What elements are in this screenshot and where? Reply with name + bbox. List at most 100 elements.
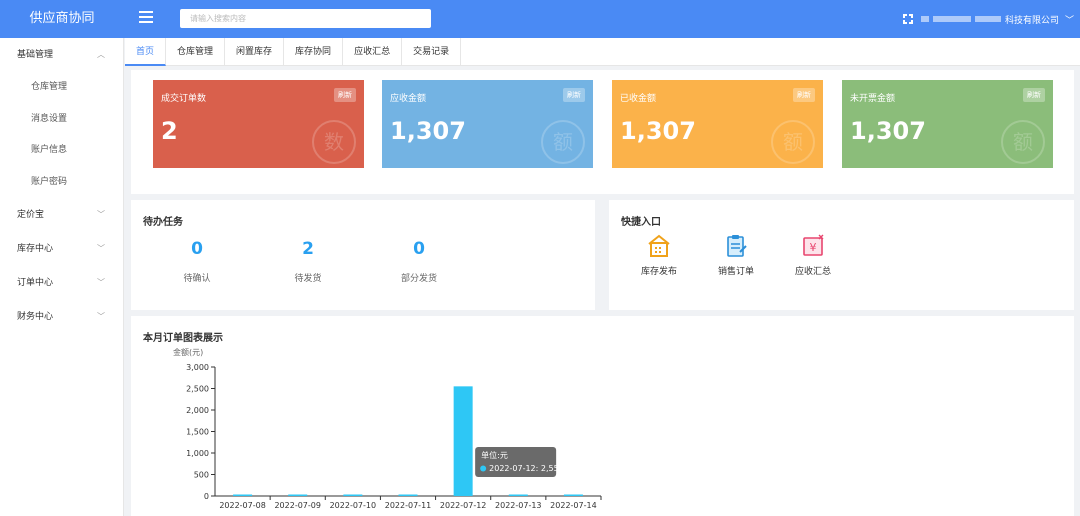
stat-card-orders: 成交订单数 刷新 2 数 — [153, 80, 364, 168]
tab-warehouse[interactable]: 仓库管理 — [166, 38, 226, 66]
stat-card-value: 1,307 — [390, 117, 466, 145]
quick-entry-label: 应收汇总 — [794, 267, 831, 277]
todo-count: 0 — [413, 239, 425, 259]
stat-card-title: 应收金额 — [390, 94, 427, 104]
chevron-down-icon[interactable]: ﹀ — [1065, 13, 1074, 26]
quick-entry-label: 库存发布 — [640, 267, 677, 277]
company-name: 科技有限公司 — [1004, 15, 1059, 26]
chart-bar — [288, 494, 308, 496]
refresh-button[interactable]: 刷新 — [563, 88, 585, 102]
order-bar-chart: 金额(元) 0 500 1,000 1,500 2,000 2,500 3,000 2022-0… — [173, 347, 602, 510]
stats-panel: 成交订单数 刷新 2 数 应收金额 刷新 1,307 额 已收金额 刷新 1,3… — [131, 70, 1074, 194]
stat-card-value: 1,307 — [850, 117, 926, 145]
sidebar-group-basic[interactable]: 基础管理 ︿ — [0, 38, 123, 72]
y-tick-label: 3,000 — [186, 363, 209, 372]
y-tick-label: 0 — [204, 492, 209, 501]
quick-entry-inventory-publish[interactable]: 库存发布 — [624, 233, 694, 277]
tab-idle-inventory[interactable]: 闲置库存 — [225, 38, 285, 66]
chevron-down-icon: ﹀ — [97, 312, 105, 321]
quick-entry-receivables[interactable]: ¥ 应收汇总 — [778, 233, 848, 277]
sidebar-group-pricing[interactable]: 定价宝 ﹀ — [0, 198, 123, 232]
quick-entry-sales-orders[interactable]: 销售订单 — [701, 233, 771, 277]
redacted-avatar — [920, 16, 929, 22]
todo-item-to-ship[interactable]: 2 待发货 — [268, 239, 348, 284]
sidebar-item-message-settings[interactable]: 消息设置 — [0, 104, 123, 136]
sidebar-item-warehouse[interactable]: 仓库管理 — [0, 72, 123, 104]
chevron-up-icon: ︿ — [97, 50, 105, 59]
quick-entry-panel: 快捷入口 库存发布 销售订单 ¥ 应收汇总 — [609, 200, 1074, 310]
tab-home[interactable]: 首页 — [125, 38, 167, 66]
stat-card-title: 已收金额 — [620, 94, 657, 104]
tooltip-marker-icon — [480, 465, 487, 472]
sidebar-group-label: 财务中心 — [17, 312, 54, 322]
warehouse-icon — [648, 234, 670, 257]
tooltip-title: 单位:元 — [481, 450, 508, 460]
todo-label: 待发货 — [294, 274, 322, 284]
y-tick-label: 1,500 — [186, 428, 209, 437]
stat-card-title: 成交订单数 — [161, 94, 207, 104]
x-tick-label: 2022-07-11 — [385, 501, 432, 510]
sidebar-group-orders[interactable]: 订单中心 ﹀ — [0, 266, 123, 300]
sidebar-group-label: 定价宝 — [17, 210, 45, 220]
sidebar-group-label: 基础管理 — [17, 50, 54, 60]
watermark-icon: 额 — [771, 120, 815, 164]
stat-card-uninvoiced: 未开票金额 刷新 1,307 额 — [842, 80, 1053, 168]
tab-inventory-collab[interactable]: 库存协同 — [284, 38, 344, 66]
redacted-text — [932, 16, 971, 22]
chart-bar — [398, 494, 418, 496]
watermark-icon: 额 — [541, 120, 585, 164]
panel-title: 待办任务 — [143, 217, 183, 228]
search-input[interactable] — [180, 9, 431, 28]
watermark-icon: 额 — [1001, 120, 1045, 164]
y-tick-label: 2,000 — [186, 406, 209, 415]
y-tick-label: 500 — [194, 471, 209, 480]
todo-item-partial-shipped[interactable]: 0 部分发货 — [379, 239, 459, 284]
x-tick-label: 2022-07-10 — [330, 501, 377, 510]
refresh-button[interactable]: 刷新 — [1023, 88, 1045, 102]
y-tick-label: 1,000 — [186, 449, 209, 458]
x-tick-label: 2022-07-12 — [440, 501, 487, 510]
panel-title: 快捷入口 — [621, 217, 661, 228]
chart-bar — [453, 386, 473, 496]
sidebar-item-account-password[interactable]: 账户密码 — [0, 167, 123, 199]
todo-label: 待确认 — [183, 274, 211, 284]
x-tick-label: 2022-07-14 — [550, 501, 597, 510]
refresh-button[interactable]: 刷新 — [793, 88, 815, 102]
top-bar: 供应商协同 科技有限公司 ﹀ — [0, 0, 1080, 38]
y-axis-label: 金额(元) — [173, 347, 203, 357]
x-tick-label: 2022-07-09 — [274, 501, 321, 510]
chevron-down-icon: ﹀ — [97, 244, 105, 253]
stat-card-value: 1,307 — [620, 117, 696, 145]
todo-panel: 待办任务 0 待确认 2 待发货 0 部分发货 — [131, 200, 595, 310]
tab-receivables[interactable]: 应收汇总 — [343, 38, 403, 66]
clipboard-icon — [727, 235, 747, 257]
refresh-button[interactable]: 刷新 — [334, 88, 356, 102]
todo-count: 0 — [191, 239, 203, 259]
stat-card-receivable: 应收金额 刷新 1,307 额 — [382, 80, 593, 168]
sidebar-group-inventory[interactable]: 库存中心 ﹀ — [0, 232, 123, 266]
chart-bar — [563, 494, 583, 496]
watermark-icon: 数 — [312, 120, 356, 164]
tab-transactions[interactable]: 交易记录 — [402, 38, 462, 66]
todo-count: 2 — [302, 239, 314, 259]
tooltip-value: 2022-07-12: 2,550 — [489, 464, 564, 473]
chart-panel: 本月订单图表展示 金额(元) 0 500 1,000 1,500 2,000 2,500 3,… — [131, 316, 1074, 516]
chart-bar — [233, 494, 253, 496]
todo-label: 部分发货 — [400, 274, 437, 284]
x-tick-label: 2022-07-13 — [495, 501, 542, 510]
stat-card-value: 2 — [161, 117, 178, 145]
todo-item-to-confirm[interactable]: 0 待确认 — [157, 239, 237, 284]
stat-card-title: 未开票金额 — [850, 94, 896, 104]
fullscreen-icon[interactable] — [902, 14, 913, 24]
sidebar-group-label: 库存中心 — [17, 244, 54, 254]
sidebar-group-finance[interactable]: 财务中心 ﹀ — [0, 300, 123, 334]
user-area[interactable]: 科技有限公司 ﹀ — [902, 0, 1074, 38]
app-brand: 供应商协同 — [29, 11, 95, 26]
chevron-down-icon: ﹀ — [97, 278, 105, 287]
sidebar-item-account-info[interactable]: 账户信息 — [0, 135, 123, 167]
x-tick-label: 2022-07-08 — [219, 501, 265, 510]
menu-toggle-icon[interactable] — [139, 11, 153, 23]
quick-entry-label: 销售订单 — [717, 267, 754, 277]
svg-text:¥: ¥ — [810, 241, 817, 254]
tab-bar: 首页 仓库管理 闲置库存 库存协同 应收汇总 交易记录 — [125, 38, 1080, 66]
